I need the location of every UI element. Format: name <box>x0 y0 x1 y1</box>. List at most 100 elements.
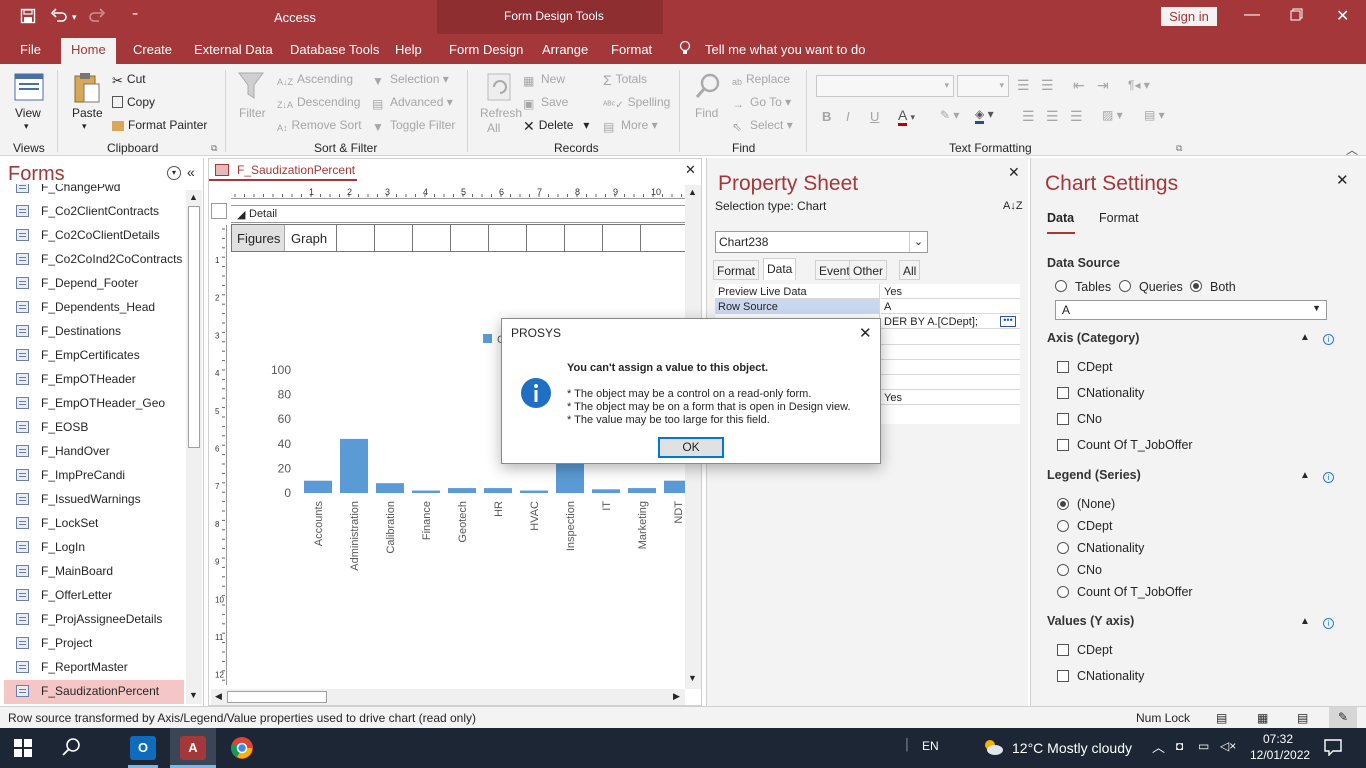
property-value[interactable]: A <box>881 299 1020 315</box>
property-tab-format[interactable]: Format <box>713 260 760 280</box>
scroll-left-icon[interactable]: ◀ <box>215 691 222 702</box>
undo-icon[interactable] <box>50 8 68 28</box>
radio-both[interactable] <box>1190 280 1202 292</box>
nav-item[interactable]: F_LogIn <box>16 536 186 560</box>
view-icon[interactable] <box>14 72 44 105</box>
tab-arrange[interactable]: Arrange <box>542 42 588 57</box>
tab-external-data[interactable]: External Data <box>194 42 273 57</box>
checkbox-value-item[interactable] <box>1057 670 1069 682</box>
checkbox-axis-item[interactable] <box>1057 387 1069 399</box>
cut-button[interactable]: ✂ Cut <box>112 72 146 88</box>
nav-item[interactable]: F_Project <box>16 632 186 656</box>
info-icon[interactable]: i <box>1323 334 1334 345</box>
clipboard-launcher-icon[interactable]: ⧉ <box>211 143 217 154</box>
property-tab-other[interactable]: Other <box>849 260 888 280</box>
layout-view-icon[interactable]: ▤ <box>1297 711 1308 725</box>
save-icon[interactable] <box>20 8 36 28</box>
delete-button[interactable]: ✕ Delete ▾ <box>523 118 589 134</box>
sort-properties-icon[interactable]: A↓Z <box>1003 200 1023 212</box>
show-hidden-icons[interactable]: ︿ <box>1152 737 1165 756</box>
nav-item[interactable]: F_HandOver <box>16 440 186 464</box>
nav-item[interactable]: F_Destinations <box>16 320 186 344</box>
tab-graph[interactable]: Graph <box>286 225 336 251</box>
checkbox-value-item[interactable] <box>1057 644 1069 656</box>
radio-legend-item[interactable] <box>1057 586 1069 598</box>
windows-start-icon[interactable] <box>14 739 32 760</box>
data-source-select[interactable]: A ▼ <box>1055 300 1327 320</box>
nav-item[interactable]: F_SaudizationPercent <box>4 680 184 704</box>
tab-create[interactable]: Create <box>133 42 172 57</box>
close-dialog-icon[interactable]: ✕ <box>859 324 872 342</box>
close-document-icon[interactable]: ✕ <box>685 162 696 178</box>
detail-section-bar[interactable]: ◢ Detail <box>231 205 687 223</box>
tab-file[interactable]: File <box>20 42 41 57</box>
nav-item[interactable]: F_MainBoard <box>16 560 186 584</box>
radio-tables[interactable] <box>1055 280 1067 292</box>
tab-format-settings[interactable]: Format <box>1099 211 1139 225</box>
shutter-bar-icon[interactable]: « <box>187 164 195 180</box>
copy-button[interactable]: Copy <box>112 95 155 109</box>
object-selector[interactable]: Chart238 ⌄ <box>715 231 928 253</box>
property-value[interactable] <box>881 344 1020 360</box>
nav-scroll-thumb[interactable] <box>188 206 200 448</box>
document-tab[interactable]: F_SaudizationPercent <box>209 159 357 181</box>
checkbox-axis-item[interactable] <box>1057 439 1069 451</box>
chevron-down-icon[interactable]: ⌄ <box>909 232 927 252</box>
close-property-sheet-icon[interactable]: ✕ <box>1008 164 1020 181</box>
property-value[interactable]: Yes <box>881 390 1020 406</box>
chrome-icon[interactable] <box>230 736 254 763</box>
minimize-icon[interactable]: — <box>1244 6 1260 24</box>
nav-item[interactable]: F_Dependents_Head <box>16 296 186 320</box>
checkbox-axis-item[interactable] <box>1057 361 1069 373</box>
doc-hscroll-thumb[interactable] <box>227 691 327 703</box>
collapse-values-icon[interactable]: ▲ <box>1300 616 1310 627</box>
tab-form-design[interactable]: Form Design <box>449 42 523 57</box>
nav-item[interactable]: F_ChangePwd <box>16 184 186 200</box>
nav-item[interactable]: F_Co2CoInd2CoContracts <box>16 248 186 272</box>
sign-in-button[interactable]: Sign in <box>1161 7 1217 26</box>
weather-text[interactable]: 12°C Mostly cloudy <box>1012 740 1132 756</box>
ok-button[interactable]: OK <box>658 437 724 458</box>
datasheet-view-icon[interactable]: ▦ <box>1257 711 1268 725</box>
property-tab-event[interactable]: Event <box>815 260 854 280</box>
scroll-down-icon[interactable]: ▼ <box>688 673 697 683</box>
nav-item[interactable]: F_EmpCertificates <box>16 344 186 368</box>
scroll-down-icon[interactable]: ▼ <box>189 690 198 700</box>
doc-hscrollbar[interactable]: ◀ ▶ <box>211 689 685 705</box>
property-tab-all[interactable]: All <box>899 260 921 280</box>
nav-item[interactable]: F_Co2CoClientDetails <box>16 224 186 248</box>
nav-item[interactable]: F_Depend_Footer <box>16 272 186 296</box>
tab-data[interactable]: Data <box>1047 211 1074 225</box>
nav-item[interactable]: F_EmpOTHeader_Geo <box>16 392 186 416</box>
nav-item[interactable]: F_ProjAssigneeDetails <box>16 608 186 632</box>
format-painter-button[interactable]: Format Painter <box>112 118 207 132</box>
paste-button[interactable]: Paste <box>72 106 103 120</box>
access-taskbar-button[interactable]: A <box>170 728 216 768</box>
radio-queries[interactable] <box>1119 280 1131 292</box>
form-view-icon[interactable]: ▤ <box>1216 711 1227 725</box>
collapse-axis-icon[interactable]: ▲ <box>1300 332 1310 343</box>
tab-home[interactable]: Home <box>61 38 116 64</box>
info-icon[interactable]: i <box>1323 618 1334 629</box>
radio-legend-item[interactable] <box>1057 498 1069 510</box>
checkbox-axis-item[interactable] <box>1057 413 1069 425</box>
property-tab-data[interactable]: Data <box>763 258 797 280</box>
tab-format[interactable]: Format <box>611 42 652 57</box>
builder-ellipsis-button[interactable]: ••• <box>1000 316 1016 327</box>
nav-scrollbar[interactable]: ▲ ▼ <box>186 190 202 704</box>
restore-icon[interactable] <box>1290 8 1303 24</box>
property-value[interactable]: Yes <box>881 284 1020 299</box>
nav-item[interactable]: F_EmpOTHeader <box>16 368 186 392</box>
customize-qat-icon[interactable]: ⁼ <box>132 9 138 23</box>
tab-help[interactable]: Help <box>395 42 422 57</box>
tab-database-tools[interactable]: Database Tools <box>290 42 379 57</box>
form-selector[interactable] <box>211 203 227 219</box>
scroll-up-icon[interactable]: ▲ <box>189 192 198 202</box>
network-icon[interactable]: ▭ <box>1198 739 1209 753</box>
outlook-icon[interactable]: O <box>130 736 156 760</box>
language-indicator[interactable]: EN <box>922 739 939 753</box>
nav-item[interactable]: F_ReportMaster <box>16 656 186 680</box>
nav-item[interactable]: F_IssuedWarnings <box>16 488 186 512</box>
property-value[interactable] <box>881 329 1020 345</box>
property-value[interactable] <box>881 375 1020 391</box>
